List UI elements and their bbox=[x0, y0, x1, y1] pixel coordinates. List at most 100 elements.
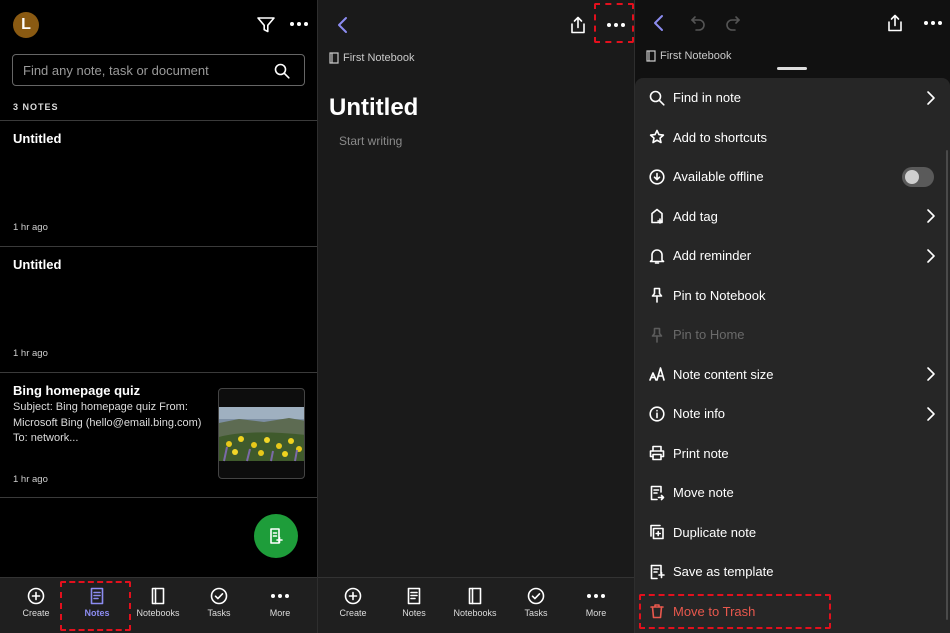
offline-toggle[interactable] bbox=[902, 166, 934, 187]
chevron-right-icon bbox=[927, 209, 935, 223]
plus-circle-icon bbox=[27, 587, 45, 605]
scrollbar[interactable] bbox=[946, 150, 948, 620]
more-dots-icon bbox=[250, 587, 310, 605]
menu-item-save-as-template[interactable]: Save as template bbox=[635, 552, 950, 591]
tab-label: Notebooks bbox=[453, 608, 497, 618]
tab-create[interactable]: Create bbox=[323, 578, 383, 633]
note-list-item[interactable]: Untitled 1 hr ago bbox=[0, 120, 317, 246]
tab-more[interactable]: More bbox=[250, 578, 310, 633]
notebook-name: First Notebook bbox=[660, 50, 732, 62]
menu-item-label: Pin to Home bbox=[673, 327, 745, 342]
menu-item-pin-to-home[interactable]: Pin to Home bbox=[635, 315, 950, 354]
menu-item-label: Duplicate note bbox=[673, 524, 757, 540]
pin-icon bbox=[651, 327, 663, 343]
check-circle-icon bbox=[527, 587, 545, 605]
more-options-icon[interactable] bbox=[924, 21, 942, 25]
printer-icon bbox=[649, 445, 665, 461]
menu-item-move-note[interactable]: Move note bbox=[635, 473, 950, 512]
avatar[interactable]: L bbox=[13, 12, 39, 38]
note-icon bbox=[407, 587, 421, 605]
redo-icon[interactable] bbox=[725, 15, 741, 31]
menu-item-add-to-shortcuts[interactable]: Add to shortcuts bbox=[635, 118, 950, 157]
new-note-button[interactable] bbox=[254, 514, 298, 558]
tab-label: Notes bbox=[402, 608, 426, 618]
chevron-right-icon bbox=[927, 90, 935, 105]
chevron-right-icon bbox=[927, 406, 935, 421]
notes-count: 3 NOTES bbox=[13, 102, 59, 112]
menu-item-note-content-size[interactable]: Note content size bbox=[635, 355, 950, 394]
note-title: Bing homepage quiz bbox=[13, 383, 141, 398]
info-icon bbox=[649, 405, 665, 422]
tab-more[interactable]: More bbox=[566, 578, 626, 633]
menu-item-note-info[interactable]: Note info bbox=[635, 394, 950, 433]
highlight-box-more-button bbox=[594, 3, 634, 43]
menu-item-label: Pin to Notebook bbox=[673, 287, 766, 303]
undo-icon[interactable] bbox=[690, 15, 706, 31]
note-timestamp: 1 hr ago bbox=[13, 348, 48, 359]
menu-item-label: Save as template bbox=[673, 564, 774, 579]
chevron-right-icon bbox=[927, 367, 935, 381]
back-icon[interactable] bbox=[336, 16, 350, 34]
tab-label: Notebooks bbox=[136, 608, 180, 618]
tab-tasks[interactable]: Tasks bbox=[189, 578, 249, 633]
note-snippet: Subject: Bing homepage quiz From: Micros… bbox=[13, 401, 202, 444]
note-timestamp: 1 hr ago bbox=[13, 474, 48, 485]
tab-notes[interactable]: Notes bbox=[384, 578, 444, 633]
breadcrumb[interactable]: First Notebook bbox=[646, 50, 732, 62]
menu-item-label: Add to shortcuts bbox=[673, 129, 767, 145]
tab-label: More bbox=[585, 608, 607, 618]
tab-label: Create bbox=[22, 608, 50, 618]
tab-notebooks[interactable]: Notebooks bbox=[445, 578, 505, 633]
search-icon bbox=[649, 90, 665, 106]
menu-item-label: Add tag bbox=[673, 208, 718, 224]
tab-notebooks[interactable]: Notebooks bbox=[128, 578, 188, 633]
tab-create[interactable]: Create bbox=[6, 578, 66, 633]
tab-tasks[interactable]: Tasks bbox=[506, 578, 566, 633]
more-dots-icon bbox=[566, 587, 626, 605]
tab-label: Tasks bbox=[207, 608, 231, 618]
menu-item-label: Find in note bbox=[673, 90, 741, 105]
menu-item-label: Move note bbox=[673, 485, 734, 500]
menu-item-duplicate-note[interactable]: Duplicate note bbox=[635, 513, 950, 552]
highlight-box-move-to-trash bbox=[639, 594, 831, 629]
note-list-item[interactable]: Untitled 1 hr ago bbox=[0, 246, 317, 372]
menu-item-label: Add reminder bbox=[673, 248, 752, 263]
share-icon[interactable] bbox=[570, 16, 586, 34]
search-bar[interactable] bbox=[12, 54, 305, 86]
sheet-grabber[interactable] bbox=[777, 67, 807, 70]
note-title: Untitled bbox=[13, 131, 62, 146]
menu-item-find-in-note[interactable]: Find in note bbox=[635, 78, 950, 117]
pin-icon bbox=[651, 287, 663, 303]
notebook-icon bbox=[646, 50, 656, 62]
tab-label: More bbox=[269, 608, 291, 618]
back-icon[interactable] bbox=[652, 14, 666, 32]
tag-icon bbox=[651, 208, 663, 224]
move-note-icon bbox=[650, 485, 665, 500]
bottom-tab-bar: Create Notes Notebooks Tasks More bbox=[0, 577, 317, 633]
menu-item-label: Note info bbox=[673, 406, 726, 421]
note-list-item[interactable]: Bing homepage quiz Subject: Bing homepag… bbox=[0, 372, 317, 498]
notebook-icon bbox=[329, 52, 339, 64]
star-icon bbox=[649, 129, 665, 144]
search-icon[interactable] bbox=[274, 63, 290, 79]
menu-item-label: Available offline bbox=[673, 169, 764, 184]
share-icon[interactable] bbox=[887, 14, 903, 32]
note-title: Untitled bbox=[13, 257, 62, 272]
breadcrumb[interactable]: First Notebook bbox=[329, 52, 415, 64]
template-icon bbox=[650, 564, 665, 579]
highlight-box-notes-tab bbox=[60, 581, 131, 631]
menu-item-available-offline[interactable]: Available offline bbox=[635, 157, 950, 196]
note-title-field[interactable]: Untitled bbox=[329, 94, 418, 122]
menu-item-add-tag[interactable]: Add tag bbox=[635, 197, 950, 236]
note-body-field[interactable]: Start writing bbox=[339, 134, 402, 148]
new-note-icon bbox=[270, 528, 283, 544]
search-input[interactable] bbox=[23, 62, 263, 78]
menu-item-pin-to-notebook[interactable]: Pin to Notebook bbox=[635, 276, 950, 315]
note-editor-panel: First Notebook Untitled Start writing Cr… bbox=[318, 0, 634, 633]
menu-item-print-note[interactable]: Print note bbox=[635, 434, 950, 473]
filter-icon[interactable] bbox=[256, 15, 276, 35]
options-sheet: Find in note Add to shortcuts Available … bbox=[635, 78, 950, 633]
more-options-icon[interactable] bbox=[290, 22, 308, 26]
menu-item-add-reminder[interactable]: Add reminder bbox=[635, 236, 950, 275]
check-circle-icon bbox=[210, 587, 228, 605]
